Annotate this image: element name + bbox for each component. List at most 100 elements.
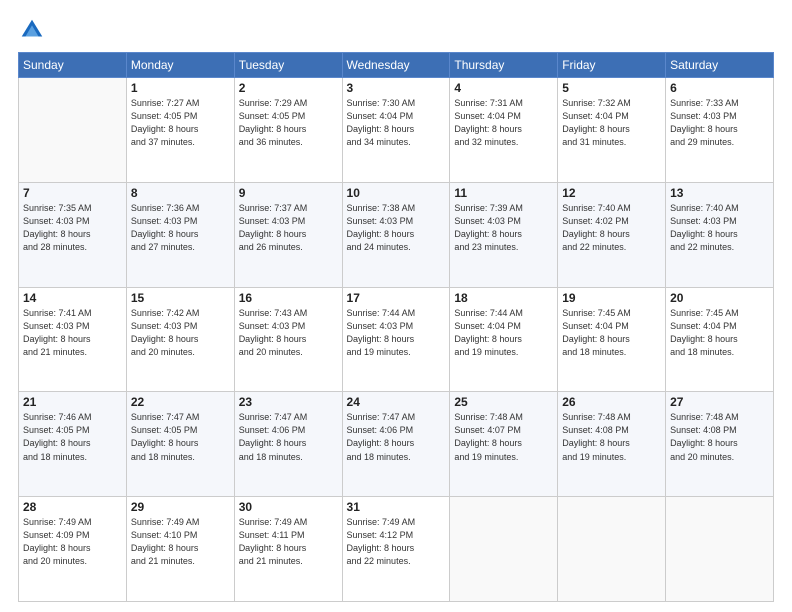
cell-info: Sunrise: 7:42 AMSunset: 4:03 PMDaylight:… (131, 307, 230, 359)
calendar-cell (666, 497, 774, 602)
day-number: 16 (239, 291, 338, 305)
day-header-wednesday: Wednesday (342, 53, 450, 78)
cell-info: Sunrise: 7:49 AMSunset: 4:11 PMDaylight:… (239, 516, 338, 568)
day-number: 18 (454, 291, 553, 305)
cell-info: Sunrise: 7:48 AMSunset: 4:07 PMDaylight:… (454, 411, 553, 463)
cell-info: Sunrise: 7:47 AMSunset: 4:06 PMDaylight:… (347, 411, 446, 463)
calendar-cell: 19Sunrise: 7:45 AMSunset: 4:04 PMDayligh… (558, 287, 666, 392)
day-number: 8 (131, 186, 230, 200)
calendar-header-row: SundayMondayTuesdayWednesdayThursdayFrid… (19, 53, 774, 78)
cell-info: Sunrise: 7:49 AMSunset: 4:09 PMDaylight:… (23, 516, 122, 568)
cell-info: Sunrise: 7:48 AMSunset: 4:08 PMDaylight:… (670, 411, 769, 463)
calendar-cell: 24 Sunrise: 7:47 AMSunset: 4:06 PMDayligh… (342, 392, 450, 497)
cell-info: Sunrise: 7:37 AMSunset: 4:03 PMDaylight:… (239, 202, 338, 254)
cell-info: Sunrise: 7:44 AMSunset: 4:04 PMDaylight:… (454, 307, 553, 359)
day-number: 7 (23, 186, 122, 200)
calendar-cell: 6 Sunrise: 7:33 AMSunset: 4:03 PMDaylight… (666, 78, 774, 183)
day-header-tuesday: Tuesday (234, 53, 342, 78)
day-header-saturday: Saturday (666, 53, 774, 78)
cell-info: Sunrise: 7:47 AMSunset: 4:06 PMDaylight:… (239, 411, 338, 463)
calendar-cell: 31 Sunrise: 7:49 AMSunset: 4:12 PMDayligh… (342, 497, 450, 602)
cell-info: Sunrise: 7:41 AMSunset: 4:03 PMDaylight:… (23, 307, 122, 359)
calendar-cell: 14 Sunrise: 7:41 AMSunset: 4:03 PMDayligh… (19, 287, 127, 392)
day-number: 25 (454, 395, 553, 409)
day-number: 11 (454, 186, 553, 200)
calendar-cell: 13Sunrise: 7:40 AMSunset: 4:03 PMDayligh… (666, 182, 774, 287)
day-number: 30 (239, 500, 338, 514)
calendar-cell: 18 Sunrise: 7:44 AMSunset: 4:04 PMDayligh… (450, 287, 558, 392)
calendar-cell: 28Sunrise: 7:49 AMSunset: 4:09 PMDayligh… (19, 497, 127, 602)
cell-info: Sunrise: 7:49 AMSunset: 4:10 PMDaylight:… (131, 516, 230, 568)
day-number: 1 (131, 81, 230, 95)
day-number: 26 (562, 395, 661, 409)
calendar-cell: 5 Sunrise: 7:32 AMSunset: 4:04 PMDaylight… (558, 78, 666, 183)
calendar-cell: 8 Sunrise: 7:36 AMSunset: 4:03 PMDaylight… (126, 182, 234, 287)
calendar-cell: 29 Sunrise: 7:49 AMSunset: 4:10 PMDayligh… (126, 497, 234, 602)
cell-info: Sunrise: 7:46 AMSunset: 4:05 PMDaylight:… (23, 411, 122, 463)
cell-info: Sunrise: 7:36 AMSunset: 4:03 PMDaylight:… (131, 202, 230, 254)
calendar-cell: 2Sunrise: 7:29 AMSunset: 4:05 PMDaylight… (234, 78, 342, 183)
cell-info: Sunrise: 7:27 AMSunset: 4:05 PMDaylight:… (131, 97, 230, 149)
calendar-cell: 17Sunrise: 7:44 AMSunset: 4:03 PMDayligh… (342, 287, 450, 392)
cell-info: Sunrise: 7:40 AMSunset: 4:02 PMDaylight:… (562, 202, 661, 254)
day-number: 19 (562, 291, 661, 305)
cell-info: Sunrise: 7:38 AMSunset: 4:03 PMDaylight:… (347, 202, 446, 254)
calendar-cell: 3 Sunrise: 7:30 AMSunset: 4:04 PMDaylight… (342, 78, 450, 183)
day-header-thursday: Thursday (450, 53, 558, 78)
day-header-sunday: Sunday (19, 53, 127, 78)
calendar-cell: 20 Sunrise: 7:45 AMSunset: 4:04 PMDayligh… (666, 287, 774, 392)
calendar-week-3: 14 Sunrise: 7:41 AMSunset: 4:03 PMDayligh… (19, 287, 774, 392)
logo (18, 16, 50, 44)
calendar-cell (558, 497, 666, 602)
calendar-cell: 4Sunrise: 7:31 AMSunset: 4:04 PMDaylight… (450, 78, 558, 183)
day-number: 24 (347, 395, 446, 409)
day-header-friday: Friday (558, 53, 666, 78)
day-number: 27 (670, 395, 769, 409)
day-number: 5 (562, 81, 661, 95)
calendar-table: SundayMondayTuesdayWednesdayThursdayFrid… (18, 52, 774, 602)
calendar-cell: 25 Sunrise: 7:48 AMSunset: 4:07 PMDayligh… (450, 392, 558, 497)
cell-info: Sunrise: 7:32 AMSunset: 4:04 PMDaylight:… (562, 97, 661, 149)
calendar-cell: 16 Sunrise: 7:43 AMSunset: 4:03 PMDayligh… (234, 287, 342, 392)
calendar-cell: 23Sunrise: 7:47 AMSunset: 4:06 PMDayligh… (234, 392, 342, 497)
calendar-week-1: 1 Sunrise: 7:27 AMSunset: 4:05 PMDaylight… (19, 78, 774, 183)
day-number: 13 (670, 186, 769, 200)
day-number: 20 (670, 291, 769, 305)
cell-info: Sunrise: 7:49 AMSunset: 4:12 PMDaylight:… (347, 516, 446, 568)
day-number: 31 (347, 500, 446, 514)
calendar-week-2: 7 Sunrise: 7:35 AMSunset: 4:03 PMDaylight… (19, 182, 774, 287)
cell-info: Sunrise: 7:48 AMSunset: 4:08 PMDaylight:… (562, 411, 661, 463)
cell-info: Sunrise: 7:33 AMSunset: 4:03 PMDaylight:… (670, 97, 769, 149)
calendar-cell: 27 Sunrise: 7:48 AMSunset: 4:08 PMDayligh… (666, 392, 774, 497)
cell-info: Sunrise: 7:45 AMSunset: 4:04 PMDaylight:… (670, 307, 769, 359)
calendar-cell (19, 78, 127, 183)
calendar-cell (450, 497, 558, 602)
calendar-cell: 1 Sunrise: 7:27 AMSunset: 4:05 PMDaylight… (126, 78, 234, 183)
calendar-cell: 30 Sunrise: 7:49 AMSunset: 4:11 PMDayligh… (234, 497, 342, 602)
calendar-cell: 12 Sunrise: 7:40 AMSunset: 4:02 PMDayligh… (558, 182, 666, 287)
calendar-cell: 21 Sunrise: 7:46 AMSunset: 4:05 PMDayligh… (19, 392, 127, 497)
header (18, 16, 774, 44)
day-number: 15 (131, 291, 230, 305)
day-number: 17 (347, 291, 446, 305)
day-number: 29 (131, 500, 230, 514)
day-number: 12 (562, 186, 661, 200)
day-number: 22 (131, 395, 230, 409)
day-number: 21 (23, 395, 122, 409)
cell-info: Sunrise: 7:47 AMSunset: 4:05 PMDaylight:… (131, 411, 230, 463)
cell-info: Sunrise: 7:39 AMSunset: 4:03 PMDaylight:… (454, 202, 553, 254)
calendar-week-4: 21 Sunrise: 7:46 AMSunset: 4:05 PMDayligh… (19, 392, 774, 497)
day-number: 6 (670, 81, 769, 95)
calendar-cell: 9 Sunrise: 7:37 AMSunset: 4:03 PMDaylight… (234, 182, 342, 287)
calendar-week-5: 28Sunrise: 7:49 AMSunset: 4:09 PMDayligh… (19, 497, 774, 602)
day-number: 14 (23, 291, 122, 305)
calendar-cell: 11 Sunrise: 7:39 AMSunset: 4:03 PMDayligh… (450, 182, 558, 287)
calendar-cell: 26 Sunrise: 7:48 AMSunset: 4:08 PMDayligh… (558, 392, 666, 497)
day-number: 10 (347, 186, 446, 200)
cell-info: Sunrise: 7:29 AMSunset: 4:05 PMDaylight:… (239, 97, 338, 149)
cell-info: Sunrise: 7:35 AMSunset: 4:03 PMDaylight:… (23, 202, 122, 254)
cell-info: Sunrise: 7:30 AMSunset: 4:04 PMDaylight:… (347, 97, 446, 149)
day-number: 3 (347, 81, 446, 95)
day-number: 9 (239, 186, 338, 200)
cell-info: Sunrise: 7:43 AMSunset: 4:03 PMDaylight:… (239, 307, 338, 359)
